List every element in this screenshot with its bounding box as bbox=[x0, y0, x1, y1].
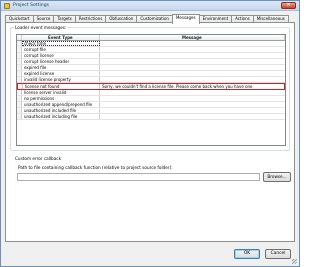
message-cell[interactable] bbox=[100, 47, 285, 52]
cancel-button[interactable]: Cancel bbox=[265, 249, 291, 259]
event-type-cell[interactable]: unauthorized including file bbox=[22, 114, 100, 119]
message-cell[interactable] bbox=[100, 77, 285, 82]
callback-path-label: Path to file containing callback functio… bbox=[18, 165, 173, 170]
event-type-cell[interactable]: expired license bbox=[22, 71, 100, 76]
grid-body: check time corrupt file corrupt license cor… bbox=[17, 41, 285, 120]
custom-error-label: Custom error callback bbox=[15, 156, 61, 161]
callback-path-input[interactable] bbox=[17, 173, 260, 181]
event-type-cell[interactable]: corrupt license bbox=[22, 53, 100, 58]
message-cell[interactable] bbox=[100, 90, 285, 95]
loader-messages-grid[interactable]: Event Type Message check time corrupt fil… bbox=[16, 34, 286, 146]
message-cell[interactable] bbox=[100, 53, 285, 58]
event-type-cell[interactable]: expired file bbox=[22, 65, 100, 70]
event-type-cell[interactable]: corrupt license header bbox=[22, 59, 100, 64]
loader-messages-group: Loader event messages: Event Type Messag… bbox=[10, 25, 290, 151]
message-cell[interactable] bbox=[100, 114, 285, 119]
event-type-cell[interactable]: invalid license property bbox=[22, 77, 100, 82]
close-button[interactable]: ✕ bbox=[281, 2, 296, 9]
message-cell[interactable] bbox=[100, 41, 285, 46]
loader-messages-label: Loader event messages: bbox=[14, 25, 68, 30]
message-cell[interactable] bbox=[100, 65, 285, 70]
message-cell[interactable] bbox=[100, 108, 285, 113]
table-row[interactable]: license not found Sorry, we couldn't find… bbox=[17, 83, 285, 90]
ok-button[interactable]: OK bbox=[234, 249, 260, 259]
event-type-cell[interactable]: unauthorized append/prepend file bbox=[22, 102, 100, 107]
app-icon bbox=[4, 3, 10, 9]
project-settings-window: Project Settings ✕ Quickstart Source Targe… bbox=[0, 0, 300, 267]
tab-messages[interactable]: Messages bbox=[171, 14, 200, 24]
resize-grip-icon[interactable] bbox=[292, 259, 297, 264]
messages-tab-panel: Loader event messages: Event Type Messag… bbox=[5, 22, 295, 242]
event-type-cell[interactable]: license not found bbox=[23, 84, 101, 89]
column-header-event-type[interactable]: Event Type bbox=[22, 35, 100, 40]
event-type-cell[interactable]: corrupt file bbox=[22, 47, 100, 52]
message-cell[interactable] bbox=[100, 59, 285, 64]
event-type-cell[interactable]: license server invalid bbox=[22, 90, 100, 95]
title-bar[interactable]: Project Settings ✕ bbox=[1, 1, 299, 11]
message-cell[interactable]: Sorry, we couldn't find a license file. … bbox=[100, 84, 284, 89]
message-cell[interactable] bbox=[100, 71, 285, 76]
event-type-cell[interactable]: unauthorized included file bbox=[22, 108, 100, 113]
browse-button[interactable]: Browse... bbox=[263, 172, 291, 182]
table-row[interactable]: unauthorized including file bbox=[17, 114, 285, 120]
event-type-cell[interactable]: check time bbox=[21, 41, 100, 46]
column-header-message[interactable]: Message bbox=[100, 35, 285, 40]
message-cell[interactable] bbox=[100, 102, 285, 107]
window-title: Project Settings bbox=[13, 3, 50, 8]
event-type-cell[interactable]: no permissions bbox=[22, 96, 100, 101]
message-cell[interactable] bbox=[100, 96, 285, 101]
